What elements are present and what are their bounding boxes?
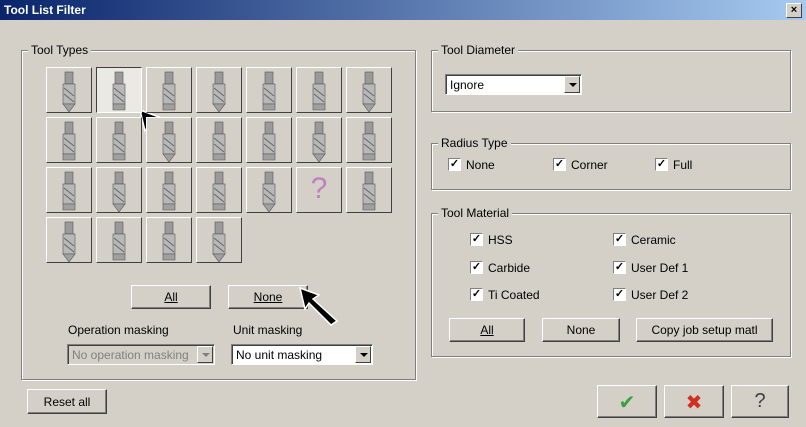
tool-type-button[interactable]	[146, 67, 192, 113]
checkbox-box[interactable]: ✓	[448, 158, 461, 171]
all-label: All	[164, 290, 178, 304]
tool-type-button[interactable]	[346, 167, 392, 213]
tool-type-button[interactable]	[146, 117, 192, 163]
tool-list-filter-dialog: Tool List Filter × Tool Types All None O…	[0, 0, 806, 427]
cancel-button[interactable]: ✖	[664, 385, 724, 418]
tool-type-button[interactable]	[146, 167, 192, 213]
tool-type-button[interactable]	[246, 167, 292, 213]
operation-masking-label: Operation masking	[68, 323, 169, 337]
tool-type-button[interactable]	[96, 217, 142, 263]
tool-type-button[interactable]	[96, 67, 142, 113]
checkbox-label: Corner	[571, 158, 608, 172]
tool-type-button[interactable]	[46, 117, 92, 163]
unit-masking-value: No unit masking	[236, 348, 323, 362]
checkbox-box[interactable]: ✓	[553, 158, 566, 171]
pointer-arrow-icon	[298, 286, 339, 326]
tool-type-button[interactable]	[146, 217, 192, 263]
tool-types-none-button[interactable]: None	[228, 285, 308, 309]
title-bar[interactable]: Tool List Filter ×	[0, 0, 806, 20]
unit-masking-label: Unit masking	[233, 323, 303, 337]
checkbox-label: Ti Coated	[488, 288, 540, 302]
checkbox-label: None	[466, 158, 495, 172]
tool-type-button[interactable]	[196, 217, 242, 263]
tool-material-legend: Tool Material	[438, 206, 513, 220]
help-icon: ?	[754, 390, 766, 412]
tool-type-button[interactable]	[46, 167, 92, 213]
checkbox-label: Carbide	[488, 261, 531, 275]
tool-types-legend: Tool Types	[28, 43, 92, 57]
tool-diameter-select[interactable]: Ignore	[445, 74, 582, 95]
tool-type-button[interactable]	[96, 117, 142, 163]
all-label: All	[480, 323, 494, 337]
checkbox-box[interactable]: ✓	[655, 158, 668, 171]
tool-type-button[interactable]	[246, 67, 292, 113]
unknown-tool-icon: ?	[310, 172, 328, 205]
checkmark-icon: ✔	[618, 392, 636, 414]
checkbox-box[interactable]: ✓	[470, 261, 483, 274]
reset-label: Reset all	[43, 395, 91, 409]
tool-type-button[interactable]	[346, 117, 392, 163]
tool-type-button[interactable]	[46, 217, 92, 263]
operation-masking-select: No operation masking	[67, 344, 215, 365]
help-button[interactable]: ?	[731, 385, 789, 418]
cross-icon: ✖	[685, 392, 703, 414]
tool-types-all-button[interactable]: All	[131, 285, 211, 309]
ok-button[interactable]: ✔	[597, 385, 657, 418]
checkbox-box[interactable]: ✓	[613, 261, 626, 274]
tool-type-button[interactable]	[346, 67, 392, 113]
none-label: None	[253, 290, 283, 304]
checkbox-box[interactable]: ✓	[613, 288, 626, 301]
chevron-down-icon	[197, 346, 213, 363]
reset-all-button[interactable]: Reset all	[27, 389, 107, 414]
operation-masking-value: No operation masking	[72, 348, 189, 362]
tool-type-button[interactable]	[296, 117, 342, 163]
none-label: None	[566, 323, 596, 337]
copy-label: Copy job setup matl	[651, 323, 758, 337]
checkbox-label: User Def 1	[631, 261, 689, 275]
window-title: Tool List Filter	[4, 3, 86, 17]
close-button[interactable]: ×	[786, 3, 802, 18]
checkbox-label: HSS	[488, 233, 513, 247]
chevron-down-icon[interactable]	[355, 346, 371, 363]
copy-job-setup-material-button[interactable]: Copy job setup matl	[636, 318, 773, 342]
tool-type-button[interactable]: ?	[296, 167, 342, 213]
tool-type-button[interactable]	[96, 167, 142, 213]
tool-diameter-value: Ignore	[450, 78, 485, 92]
tool-type-button[interactable]	[246, 117, 292, 163]
checkbox-box[interactable]: ✓	[613, 233, 626, 246]
close-icon: ×	[790, 4, 798, 16]
material-none-button[interactable]: None	[542, 318, 620, 342]
checkbox-box[interactable]: ✓	[470, 288, 483, 301]
checkbox-label: User Def 2	[631, 288, 689, 302]
tool-type-button[interactable]	[196, 67, 242, 113]
tool-type-button[interactable]	[196, 167, 242, 213]
tool-type-button[interactable]	[196, 117, 242, 163]
checkbox-box[interactable]: ✓	[470, 233, 483, 246]
checkbox-label: Ceramic	[631, 233, 676, 247]
chevron-down-icon[interactable]	[564, 76, 580, 93]
tool-diameter-legend: Tool Diameter	[438, 43, 519, 57]
tool-type-button[interactable]	[46, 67, 92, 113]
material-all-button[interactable]: All	[449, 318, 525, 342]
radius-type-legend: Radius Type	[438, 136, 511, 150]
tool-type-button[interactable]	[296, 67, 342, 113]
unit-masking-select[interactable]: No unit masking	[231, 344, 373, 365]
checkbox-label: Full	[673, 158, 693, 172]
